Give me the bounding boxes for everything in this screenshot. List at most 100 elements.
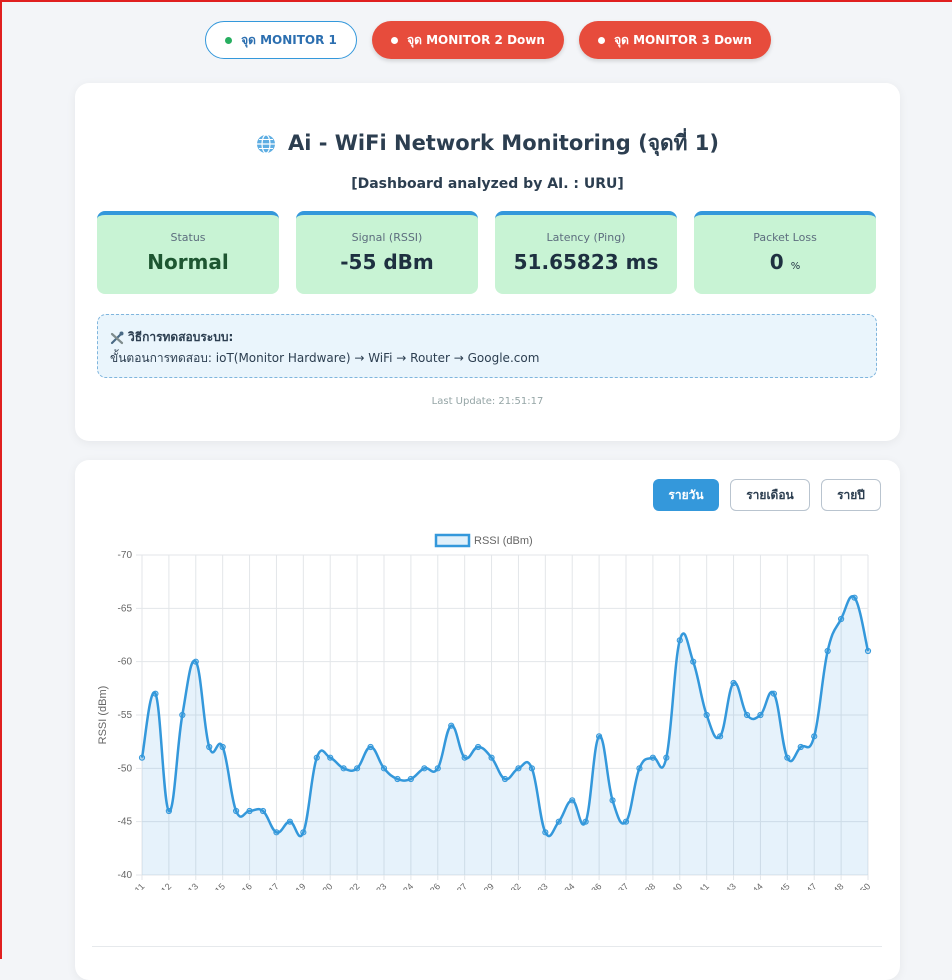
data-point [394,775,401,783]
data-point [192,658,199,665]
stat-label: Signal (RSSI) [351,231,423,244]
stat-label: Status [170,231,206,244]
x-tick-label: 21:50 [849,881,872,890]
test-info-title: วิธีการทดสอบระบบ: [110,328,864,347]
data-point [515,765,522,772]
data-point [730,679,737,687]
data-point [421,765,428,772]
data-point [313,754,320,761]
data-point [703,711,710,719]
tab-monitor-1[interactable]: จุด MONITOR 1 [205,21,357,59]
tab-label: จุด MONITOR 1 [241,32,337,47]
data-point [233,807,240,815]
chart-divider [92,946,882,947]
data-point [461,754,468,761]
data-point [676,637,683,644]
data-point [811,733,818,740]
data-point [246,807,253,815]
data-point [784,754,791,761]
data-point [219,743,226,751]
data-point [622,818,630,825]
stat-unit: % [790,261,801,272]
x-tick-label: 21:47 [796,881,819,890]
x-tick-label: 21:20 [312,881,335,890]
x-tick-label: 21:34 [554,881,577,890]
window-border-left [0,0,2,959]
data-point [542,829,549,836]
data-point [569,797,576,804]
data-point [528,765,535,772]
test-info-heading: วิธีการทดสอบระบบ: [128,330,234,344]
data-point [475,743,482,751]
x-tick-label: 21:11 [124,881,147,890]
data-point [340,765,347,772]
data-point [770,690,777,697]
stat-signal: Signal (RSSI) -55 dBm [296,211,478,294]
stat-value: 51.65823 ms [513,250,659,274]
stat-label: Latency (Ping) [546,231,626,244]
dashboard-subtitle: [Dashboard analyzed by AI. : URU] [351,176,624,192]
data-point [327,754,334,761]
data-point [690,658,697,665]
x-tick-label: 21:23 [365,881,388,890]
x-tick-label: 21:17 [258,881,281,890]
data-point [273,829,280,836]
tab-monitor-2[interactable]: จุด MONITOR 2 Down [372,21,564,59]
y-tick-label: -50 [118,763,133,774]
stats-row: Status Normal Signal (RSSI) -55 dBm Late… [97,211,876,294]
y-axis-title: RSSI (dBm) [97,686,109,745]
status-dot-icon [598,36,606,44]
data-point [838,615,845,623]
x-tick-label: 21:37 [607,881,630,890]
data-point [206,743,213,751]
title-text: Ai - WiFi Network Monitoring (จุดที่ 1) [287,131,719,155]
data-point [434,765,441,772]
stat-packet-loss: Packet Loss 0 % [694,211,876,294]
data-point [407,775,414,783]
stat-value: Normal [147,250,229,274]
tab-label: จุด MONITOR 3 Down [614,32,752,47]
tab-monitor-3[interactable]: จุด MONITOR 3 Down [579,21,771,59]
data-point [663,754,670,761]
data-point [797,743,804,751]
test-info-box: วิธีการทดสอบระบบ: ขั้นตอนการทดสอบ: ioT(M… [97,314,877,378]
y-tick-label: -55 [118,710,133,721]
x-tick-label: 21:19 [285,881,308,890]
y-tick-label: -70 [118,550,133,561]
y-tick-label: -60 [118,657,133,668]
data-point [380,765,388,772]
x-tick-label: 21:27 [446,881,469,890]
data-point [138,754,146,761]
data-point [165,807,172,815]
data-point [448,722,455,729]
stat-number: 0 [769,250,784,274]
x-tick-label: 21:32 [500,881,523,890]
x-tick-label: 21:38 [634,881,657,890]
data-point [636,765,643,772]
data-point [488,754,495,761]
monitor-tabs: จุด MONITOR 1 จุด MONITOR 2 Down จุด MON… [0,21,952,59]
tools-icon [110,331,124,344]
rssi-line-chart: -70 -65 -60 -55 -50 -45 -4021:1121:12 21:13 21:1… [97,533,872,890]
data-point [851,594,858,601]
window-border-top [0,0,952,2]
x-tick-label: 21:36 [581,881,604,890]
data-point [286,818,293,825]
x-tick-label: 21:12 [150,881,173,890]
data-point [757,711,764,719]
x-tick-label: 21:22 [339,881,362,890]
stat-latency: Latency (Ping) 51.65823 ms [495,211,677,294]
data-point [743,711,751,719]
tab-label: จุด MONITOR 2 Down [407,32,545,47]
series-area [142,596,868,875]
x-tick-label: 21:33 [527,881,550,890]
x-tick-label: 21:16 [231,881,254,890]
data-point [152,690,159,697]
data-point [179,711,186,719]
status-card: Ai - WiFi Network Monitoring (จุดที่ 1) … [75,83,900,441]
data-point [864,647,872,655]
data-point [300,829,307,836]
data-point [824,647,831,655]
x-tick-label: 21:24 [392,881,415,890]
legend-swatch [434,533,471,548]
